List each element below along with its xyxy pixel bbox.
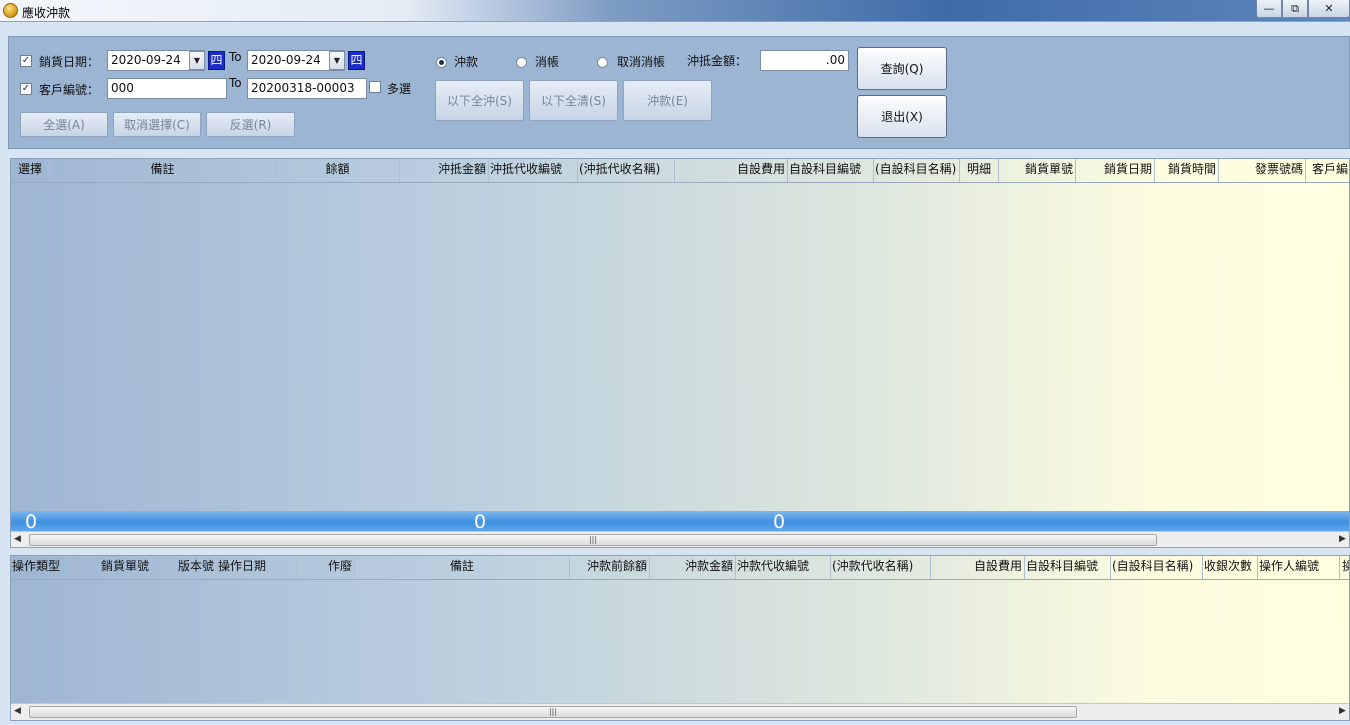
top-grid-scroll-thumb[interactable]: ||| [29,534,1157,546]
column-header[interactable]: 客戶編 [1311,159,1349,182]
column-header[interactable]: 銷貨單號 [75,556,176,579]
offset-amount-total: 0 [474,511,487,533]
totals-bar: 0 0 0 [11,511,1349,533]
close-button[interactable]: ✕ [1308,0,1350,18]
customer-checkbox[interactable]: ✓ [20,83,32,95]
column-header[interactable]: (沖款代收名稱) [831,556,931,579]
app-icon [3,3,18,18]
sales-date-to-dropdown[interactable]: ▼ [329,51,345,70]
query-button[interactable]: 查詢(Q) [857,47,947,90]
column-header[interactable]: (沖抵代收名稱) [578,159,675,182]
column-header[interactable]: 選擇 [11,159,50,182]
column-header[interactable]: (自設科目名稱) [1111,556,1203,579]
receivables-grid-header: 選擇 備註 餘額 沖抵金額 沖抵代收編號 (沖抵代收名稱) 自設費用 自設科目編… [11,159,1349,183]
receivables-grid[interactable]: 選擇 備註 餘額 沖抵金額 沖抵代收編號 (沖抵代收名稱) 自設費用 自設科目編… [10,158,1350,548]
bottom-grid-scroll-thumb[interactable]: ||| [29,706,1077,718]
customer-from-input[interactable]: 000 [107,78,227,99]
column-header[interactable]: 餘額 [276,159,400,182]
to-label-date: To [229,50,242,64]
column-header[interactable]: 操 [1341,556,1349,579]
minimize-button[interactable]: — [1256,0,1282,18]
radio-write-off[interactable] [516,57,527,68]
sales-date-checkbox[interactable]: ✓ [20,55,32,67]
column-header[interactable]: 自設費用 [675,159,788,182]
radio-cancel-write-off[interactable] [597,57,608,68]
column-header[interactable]: 銷貨單號 [999,159,1076,182]
column-header[interactable]: 自設科目編號 [788,159,874,182]
column-header[interactable]: 銷貨日期 [1076,159,1155,182]
radio-offset[interactable] [436,57,447,68]
multi-select-label: 多選 [387,82,412,96]
column-header[interactable]: 銷貨時間 [1155,159,1219,182]
column-header[interactable]: 自設費用 [931,556,1025,579]
offset-amount-label: 沖抵金額： [687,54,748,68]
scroll-right-icon[interactable]: ▶ [1339,706,1346,716]
offset-all-below-button[interactable]: 以下全沖(S) [435,80,524,121]
column-header[interactable]: 操作日期 [217,556,297,579]
column-header[interactable]: 自設科目編號 [1025,556,1111,579]
column-header[interactable]: 明細 [960,159,999,182]
column-header[interactable]: 沖抵代收編號 [489,159,578,182]
scroll-left-icon[interactable]: ◀ [14,534,21,544]
maximize-button[interactable]: ⧉ [1282,0,1308,18]
apply-offset-button[interactable]: 沖款(E) [623,80,712,121]
column-header[interactable]: 發票號碼 [1219,159,1306,182]
window-title: 應收沖款 [22,6,71,20]
to-label-customer: To [229,76,242,90]
radio-write-off-label: 消帳 [535,55,560,69]
customer-to-input[interactable]: 20200318-00003 [247,78,367,99]
column-header[interactable]: 備註 [355,556,570,579]
column-header[interactable]: 操作類型 [11,556,75,579]
column-header[interactable]: 版本號 [176,556,217,579]
invert-selection-button[interactable]: 反選(R) [206,112,295,137]
weekday-to-badge: 四 [348,51,365,70]
column-header[interactable]: 作廢 [297,556,355,579]
offset-amount-input[interactable]: .00 [760,50,849,71]
exit-button[interactable]: 退出(X) [857,95,947,138]
select-all-button[interactable]: 全選(A) [20,112,108,137]
scroll-right-icon[interactable]: ▶ [1339,534,1346,544]
column-header[interactable]: 收銀次數 [1203,556,1258,579]
filter-panel: ✓ 銷貨日期： 2020-09-24 ▼ 四 To 2020-09-24 ▼ 四… [8,36,1350,149]
column-header[interactable]: (自設科目名稱) [874,159,960,182]
customer-label: 客戶編號： [39,83,100,97]
radio-cancel-write-off-label: 取消消帳 [617,55,666,69]
radio-offset-label: 沖款 [454,55,479,69]
clear-all-below-button[interactable]: 以下全清(S) [529,80,618,121]
weekday-from-badge: 四 [208,51,225,70]
sales-date-label: 銷貨日期： [39,55,100,69]
column-header[interactable]: 沖款代收編號 [736,556,831,579]
title-bar: 應收沖款 — ⧉ ✕ [0,0,1350,22]
history-grid[interactable]: 操作類型 銷貨單號 版本號 操作日期 作廢 備註 沖款前餘額 沖款金額 沖款代收… [10,555,1350,721]
top-grid-hscrollbar[interactable]: ◀ ||| ▶ [11,531,1349,547]
column-header[interactable]: 沖款前餘額 [570,556,650,579]
column-header[interactable]: 沖抵金額 [400,159,489,182]
scroll-left-icon[interactable]: ◀ [14,706,21,716]
column-header[interactable]: 操作人編號 [1258,556,1340,579]
sales-date-from-dropdown[interactable]: ▼ [189,51,205,70]
deselect-button[interactable]: 取消選擇(C) [113,112,201,137]
custom-fee-total: 0 [773,511,786,533]
history-grid-header: 操作類型 銷貨單號 版本號 操作日期 作廢 備註 沖款前餘額 沖款金額 沖款代收… [11,556,1349,580]
multi-select-checkbox[interactable] [369,81,381,93]
bottom-grid-hscrollbar[interactable]: ◀ ||| ▶ [11,703,1349,720]
column-header[interactable]: 備註 [50,159,276,182]
balance-total: 0 [25,511,38,533]
column-header[interactable]: 沖款金額 [650,556,736,579]
